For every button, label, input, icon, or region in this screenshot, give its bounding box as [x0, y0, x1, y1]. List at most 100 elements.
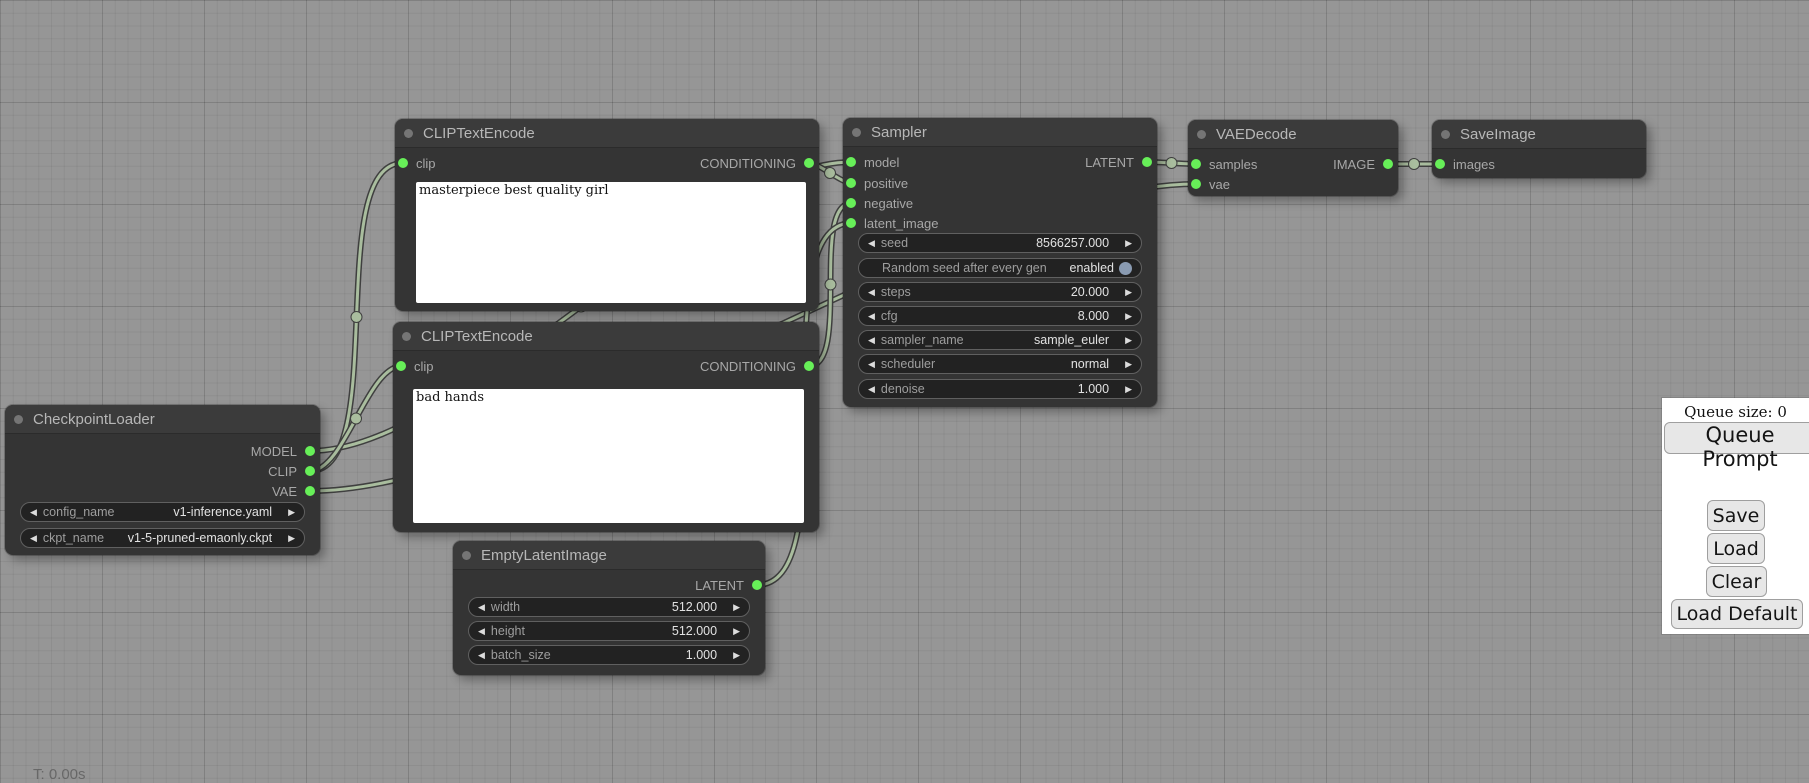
output-label: MODEL	[251, 444, 297, 459]
node-vae-decode[interactable]: VAEDecode samples IMAGE vae	[1188, 120, 1398, 196]
widget-scheduler[interactable]: ◀ scheduler normal ▶	[858, 354, 1142, 374]
decrement-arrow-icon[interactable]: ◀	[868, 336, 875, 345]
input-slot-dot[interactable]	[1435, 159, 1445, 169]
node-title-bar[interactable]: CLIPTextEncode	[393, 322, 819, 351]
link-midpoint-dot[interactable]	[351, 413, 362, 424]
widget-value: 1.000	[551, 648, 717, 662]
node-title-bar[interactable]: Sampler	[843, 118, 1157, 147]
node-empty-latent-image[interactable]: EmptyLatentImage LATENT ◀ width 512.000 …	[453, 541, 765, 675]
output-slot-dot[interactable]	[305, 446, 315, 456]
output-slot-dot[interactable]	[305, 486, 315, 496]
queue-prompt-button[interactable]: Queue Prompt	[1664, 422, 1809, 454]
output-slot-dot[interactable]	[1142, 157, 1152, 167]
collapse-dot-icon[interactable]	[404, 129, 413, 138]
widget-value: 8566257.000	[908, 236, 1109, 250]
node-title: SaveImage	[1460, 126, 1536, 143]
decrement-arrow-icon[interactable]: ◀	[478, 603, 485, 612]
node-clip-text-encode-negative[interactable]: CLIPTextEncode clip CONDITIONING bad han…	[393, 322, 819, 532]
input-slot-dot[interactable]	[846, 218, 856, 228]
output-slot-dot[interactable]	[804, 361, 814, 371]
increment-arrow-icon[interactable]: ▶	[1125, 239, 1132, 248]
link-midpoint-dot[interactable]	[1166, 158, 1177, 169]
collapse-dot-icon[interactable]	[402, 332, 411, 341]
input-slot-dot[interactable]	[1191, 179, 1201, 189]
collapse-dot-icon[interactable]	[1441, 130, 1450, 139]
increment-arrow-icon[interactable]: ▶	[733, 603, 740, 612]
node-clip-text-encode-positive[interactable]: CLIPTextEncode clip CONDITIONING masterp…	[395, 119, 819, 311]
decrement-arrow-icon[interactable]: ◀	[868, 239, 875, 248]
increment-arrow-icon[interactable]: ▶	[1125, 336, 1132, 345]
decrement-arrow-icon[interactable]: ◀	[868, 385, 875, 394]
input-slot-dot[interactable]	[398, 158, 408, 168]
save-button[interactable]: Save	[1707, 500, 1765, 531]
input-slot-dot[interactable]	[396, 361, 406, 371]
widget-cfg[interactable]: ◀ cfg 8.000 ▶	[858, 306, 1142, 326]
load-button[interactable]: Load	[1707, 533, 1765, 564]
increment-arrow-icon[interactable]: ▶	[288, 534, 295, 543]
collapse-dot-icon[interactable]	[852, 128, 861, 137]
load-default-button[interactable]: Load Default	[1671, 599, 1803, 629]
link-midpoint-dot[interactable]	[1409, 159, 1420, 170]
link-midpoint-dot[interactable]	[351, 312, 362, 323]
node-checkpoint-loader[interactable]: CheckpointLoader MODEL CLIP VAE ◀ config…	[5, 405, 320, 555]
collapse-dot-icon[interactable]	[1197, 130, 1206, 139]
node-title-bar[interactable]: CLIPTextEncode	[395, 119, 819, 148]
input-slot-dot[interactable]	[846, 157, 856, 167]
node-title: Sampler	[871, 124, 927, 141]
output-slot-dot[interactable]	[804, 158, 814, 168]
increment-arrow-icon[interactable]: ▶	[733, 627, 740, 636]
decrement-arrow-icon[interactable]: ◀	[478, 651, 485, 660]
decrement-arrow-icon[interactable]: ◀	[478, 627, 485, 636]
input-label: clip	[414, 359, 434, 374]
node-title-bar[interactable]: EmptyLatentImage	[453, 541, 765, 570]
widget-value: normal	[935, 357, 1109, 371]
widget-batch-size[interactable]: ◀ batch_size 1.000 ▶	[468, 645, 750, 665]
input-slot-dot[interactable]	[846, 198, 856, 208]
increment-arrow-icon[interactable]: ▶	[288, 508, 295, 517]
collapse-dot-icon[interactable]	[462, 551, 471, 560]
increment-arrow-icon[interactable]: ▶	[1125, 360, 1132, 369]
widget-seed[interactable]: ◀ seed 8566257.000 ▶	[858, 233, 1142, 253]
increment-arrow-icon[interactable]: ▶	[733, 651, 740, 660]
input-slot-negative: negative	[843, 193, 1157, 213]
output-slot-dot[interactable]	[752, 580, 762, 590]
decrement-arrow-icon[interactable]: ◀	[868, 312, 875, 321]
node-sampler[interactable]: Sampler model LATENT positive negative l…	[843, 118, 1157, 407]
prompt-textarea[interactable]: bad hands	[413, 389, 804, 523]
output-slot-dot[interactable]	[305, 466, 315, 476]
node-title-bar[interactable]: SaveImage	[1432, 120, 1646, 149]
widget-width[interactable]: ◀ width 512.000 ▶	[468, 597, 750, 617]
input-slot-dot[interactable]	[1191, 159, 1201, 169]
decrement-arrow-icon[interactable]: ◀	[868, 360, 875, 369]
widget-ckpt-name[interactable]: ◀ ckpt_name v1-5-pruned-emaonly.ckpt ▶	[20, 528, 305, 548]
node-save-image[interactable]: SaveImage images	[1432, 120, 1646, 178]
decrement-arrow-icon[interactable]: ◀	[30, 534, 37, 543]
widget-height[interactable]: ◀ height 512.000 ▶	[468, 621, 750, 641]
widget-steps[interactable]: ◀ steps 20.000 ▶	[858, 282, 1142, 302]
prompt-textarea[interactable]: masterpiece best quality girl	[416, 182, 806, 303]
toggle-dot-icon[interactable]	[1119, 262, 1132, 275]
increment-arrow-icon[interactable]: ▶	[1125, 312, 1132, 321]
output-label: IMAGE	[1333, 157, 1375, 172]
widget-label: denoise	[881, 382, 925, 396]
link-midpoint-dot[interactable]	[825, 168, 836, 179]
output-slot-conditioning: CONDITIONING	[700, 359, 814, 374]
link-midpoint-dot[interactable]	[825, 279, 836, 290]
input-slot-dot[interactable]	[846, 178, 856, 188]
collapse-dot-icon[interactable]	[14, 415, 23, 424]
widget-value: enabled	[1047, 261, 1114, 275]
output-label: CONDITIONING	[700, 156, 796, 171]
decrement-arrow-icon[interactable]: ◀	[868, 288, 875, 297]
widget-random-seed-toggle[interactable]: Random seed after every gen enabled	[858, 258, 1142, 278]
clear-button[interactable]: Clear	[1706, 566, 1767, 597]
widget-config-name[interactable]: ◀ config_name v1-inference.yaml ▶	[20, 502, 305, 522]
queue-menu-panel: Queue size: 0 Queue Prompt Save Load Cle…	[1662, 398, 1809, 634]
node-title-bar[interactable]: VAEDecode	[1188, 120, 1398, 149]
decrement-arrow-icon[interactable]: ◀	[30, 508, 37, 517]
node-title-bar[interactable]: CheckpointLoader	[5, 405, 320, 434]
output-slot-dot[interactable]	[1383, 159, 1393, 169]
increment-arrow-icon[interactable]: ▶	[1125, 385, 1132, 394]
widget-denoise[interactable]: ◀ denoise 1.000 ▶	[858, 379, 1142, 399]
widget-sampler-name[interactable]: ◀ sampler_name sample_euler ▶	[858, 330, 1142, 350]
increment-arrow-icon[interactable]: ▶	[1125, 288, 1132, 297]
